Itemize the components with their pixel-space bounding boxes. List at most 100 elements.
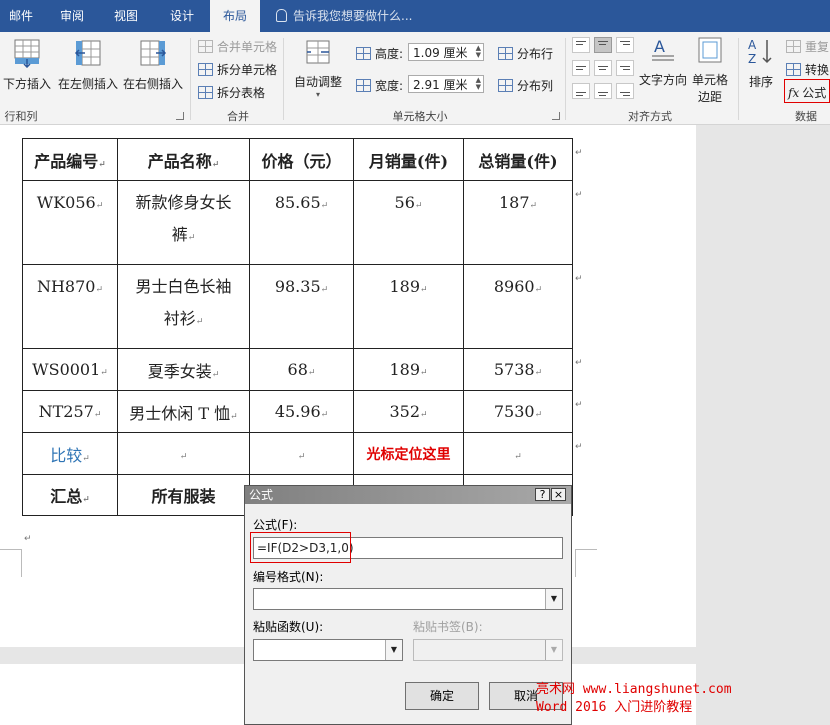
width-label: 宽度: (356, 77, 403, 94)
insert-left-button[interactable]: 在左侧插入 (58, 38, 118, 92)
table-cell[interactable]: 8960↵ (463, 264, 573, 349)
paste-bookmark-label: 粘贴书签(B): (413, 620, 483, 634)
table-cell[interactable]: 男士白色长袖 衬衫↵ (117, 264, 250, 349)
table-cell[interactable]: 汇总↵ (22, 474, 118, 516)
text-direction-button[interactable]: A 文字方向 (638, 36, 688, 88)
table-cell[interactable]: NH870↵ (22, 264, 118, 349)
cursor-target-cell[interactable]: 光标定位这里 (353, 432, 464, 475)
cell-size-launcher-icon[interactable] (552, 112, 560, 120)
close-button[interactable]: × (551, 488, 566, 501)
header-cell[interactable]: 月销量(件) (353, 138, 464, 181)
table-cell[interactable]: 夏季女装↵ (117, 348, 250, 391)
formula-field-label: 公式(F): (253, 518, 298, 532)
table-cell[interactable]: WS0001↵ (22, 348, 118, 391)
svg-text:A: A (748, 38, 757, 52)
width-spinner[interactable]: 2.91 厘米 ▲ ▼ (408, 75, 484, 93)
align-top-left-button[interactable] (572, 37, 590, 53)
table-cell[interactable]: 189↵ (353, 264, 464, 349)
align-bottom-center-button[interactable] (594, 83, 612, 99)
align-middle-left-button[interactable] (572, 60, 590, 76)
tell-me-box[interactable]: 告诉我您想要做什么... (276, 0, 412, 32)
table-cell[interactable]: 45.96↵ (249, 390, 354, 433)
convert-to-text-button[interactable]: 转换 (786, 61, 829, 78)
split-cells-label: 拆分单元格 (217, 63, 278, 77)
header-cell[interactable]: 产品名称↵ (117, 138, 250, 181)
insert-below-button[interactable]: 下方插入 (0, 38, 54, 92)
spinner-arrows-icon[interactable]: ▲ ▼ (476, 45, 481, 59)
sort-button[interactable]: AZ 排序 (742, 36, 780, 90)
table-cell[interactable]: 98.35↵ (249, 264, 354, 349)
convert-icon (786, 63, 801, 76)
height-spinner[interactable]: 1.09 厘米 ▲ ▼ (408, 43, 484, 61)
align-middle-center-button[interactable] (594, 60, 612, 76)
dropdown-arrow-icon[interactable]: ▼ (385, 640, 402, 660)
tab-review[interactable]: 审阅 (48, 0, 96, 32)
table-cell[interactable]: NT257↵ (22, 390, 118, 433)
paste-function-select[interactable]: ▼ (253, 639, 403, 661)
formula-dialog[interactable]: 公式 ? × 公式(F): =IF(D2>D3,1,0) 编号格式(N): ▼ … (244, 485, 572, 725)
table-cell[interactable]: 189↵ (353, 348, 464, 391)
help-button[interactable]: ? (535, 488, 550, 501)
table-cell[interactable]: 56↵ (353, 180, 464, 265)
spinner-arrows-icon[interactable]: ▲ ▼ (476, 77, 481, 91)
table-cell[interactable]: 85.65↵ (249, 180, 354, 265)
row-end-mark: ↵ (575, 358, 583, 368)
table-cell[interactable]: 352↵ (353, 390, 464, 433)
autofit-button[interactable]: 自动调整 ▾ (288, 38, 348, 99)
table-cell[interactable]: WK056↵ (22, 180, 118, 265)
distribute-cols-button[interactable]: 分布列 (498, 77, 553, 94)
table-cell[interactable]: 187↵ (463, 180, 573, 265)
align-bottom-right-button[interactable] (616, 83, 634, 99)
header-cell[interactable]: 价格（元） (249, 138, 354, 181)
align-top-right-button[interactable] (616, 37, 634, 53)
tab-view[interactable]: 视图 (102, 0, 150, 32)
align-middle-right-button[interactable] (616, 60, 634, 76)
table-cell[interactable]: ↵ (249, 432, 354, 475)
header-cell[interactable]: 产品编号↵ (22, 138, 118, 181)
cell-margins-button[interactable]: 单元格 边距 (688, 36, 732, 105)
repeat-header-icon (786, 40, 801, 53)
height-label-text: 高度: (375, 47, 404, 61)
table-cell[interactable]: 7530↵ (463, 390, 573, 433)
distribute-cols-icon (498, 79, 513, 92)
table-cell[interactable]: 新款修身女长 裤↵ (117, 180, 250, 265)
table-cell[interactable]: 68↵ (249, 348, 354, 391)
align-top-center-button[interactable] (594, 37, 612, 53)
table-row: WS0001↵ 夏季女装↵ 68↵ 189↵ 5738↵ (22, 348, 573, 391)
dialog-title: 公式 (249, 488, 274, 502)
watermark: 亮术网 www.liangshunet.com Word 2016 入门进阶教程 (536, 681, 732, 717)
paste-bookmark-select[interactable]: ▼ (413, 639, 563, 661)
ok-button[interactable]: 确定 (405, 682, 479, 710)
height-label: 高度: (356, 45, 403, 62)
merge-cells-label: 合并单元格 (217, 40, 278, 54)
split-table-button[interactable]: 拆分表格 (198, 84, 265, 101)
watermark-line-2: Word 2016 入门进阶教程 (536, 700, 693, 715)
formula-highlight-box (784, 79, 830, 103)
table-cell[interactable]: 男士休闲 T 恤↵ (117, 390, 250, 433)
group-separator (283, 38, 284, 120)
align-bottom-left-button[interactable] (572, 83, 590, 99)
tab-mailings[interactable]: 邮件 (0, 0, 42, 32)
rows-cols-launcher-icon[interactable] (176, 112, 184, 120)
split-cells-button[interactable]: 拆分单元格 (198, 61, 277, 78)
merge-cells-button[interactable]: 合并单元格 (198, 38, 277, 55)
table-cell[interactable]: ↵ (463, 432, 573, 475)
tab-design[interactable]: 设计 (158, 0, 206, 32)
tab-layout[interactable]: 布局 (210, 0, 260, 32)
split-table-icon (198, 86, 213, 99)
cell-margins-label-2: 边距 (697, 90, 722, 104)
product-table[interactable]: 产品编号↵ 产品名称↵ 价格（元） 月销量(件) 总销量(件) WK056↵ 新… (22, 138, 573, 516)
number-format-select[interactable]: ▼ (253, 588, 563, 610)
dropdown-arrow-icon[interactable]: ▼ (545, 589, 562, 609)
dropdown-arrow-icon[interactable]: ▼ (545, 640, 562, 660)
table-cell[interactable]: ↵ (117, 432, 250, 475)
insert-right-button[interactable]: 在右侧插入 (122, 38, 184, 92)
table-cell[interactable]: 比较↵ (22, 432, 118, 475)
distribute-rows-button[interactable]: 分布行 (498, 45, 553, 62)
table-cell[interactable]: 5738↵ (463, 348, 573, 391)
table-cell[interactable]: 所有服装 (117, 474, 250, 516)
repeat-header-button[interactable]: 重复 (786, 38, 829, 55)
insert-right-icon (140, 40, 167, 66)
header-cell[interactable]: 总销量(件) (463, 138, 573, 181)
dialog-title-bar[interactable]: 公式 (245, 486, 571, 504)
